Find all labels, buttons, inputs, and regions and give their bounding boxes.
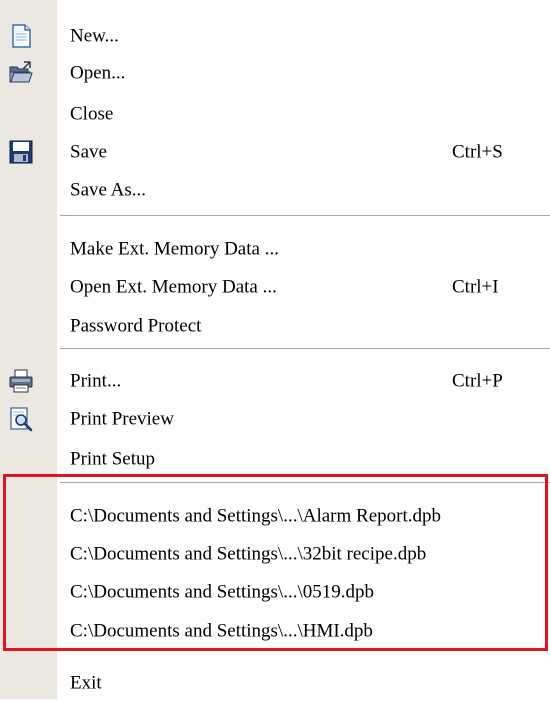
menu-item-label: Save: [70, 141, 107, 163]
save-disk-icon: [8, 139, 34, 165]
menu-item-open[interactable]: Open...: [0, 55, 550, 91]
menu-item-label: New...: [70, 25, 119, 47]
menu-item-shortcut: Ctrl+S: [452, 141, 503, 163]
menu-item-open-ext-memory-data[interactable]: Open Ext. Memory Data ... Ctrl+I: [0, 269, 550, 305]
recent-file-item[interactable]: C:\Documents and Settings\...\HMI.dpb: [0, 613, 550, 649]
recent-file-label: C:\Documents and Settings\...\Alarm Repo…: [70, 505, 441, 527]
recent-file-label: C:\Documents and Settings\...\0519.dpb: [70, 581, 374, 603]
menu-item-label: Save As...: [70, 179, 146, 201]
menu-item-label: Make Ext. Memory Data ...: [70, 238, 279, 260]
menu-item-save[interactable]: Save Ctrl+S: [0, 134, 550, 170]
menu-item-exit[interactable]: Exit: [0, 665, 550, 701]
menu-item-label: Print Setup: [70, 448, 155, 470]
open-folder-icon: [8, 60, 34, 86]
recent-file-item[interactable]: C:\Documents and Settings\...\Alarm Repo…: [0, 498, 550, 534]
menu-item-label: Print Preview: [70, 408, 174, 430]
recent-file-label: C:\Documents and Settings\...\32bit reci…: [70, 543, 427, 565]
new-document-icon: [8, 23, 34, 49]
menu-separator: [60, 215, 550, 217]
printer-icon: [8, 368, 34, 394]
recent-file-item[interactable]: C:\Documents and Settings\...\32bit reci…: [0, 536, 550, 572]
menu-item-label: Close: [70, 103, 114, 125]
recent-file-label: C:\Documents and Settings\...\HMI.dpb: [70, 620, 373, 642]
menu-item-label: Password Protect: [70, 315, 202, 337]
menu-item-shortcut: Ctrl+I: [452, 276, 499, 298]
menu-item-label: Open Ext. Memory Data ...: [70, 276, 277, 298]
menu-item-make-ext-memory-data[interactable]: Make Ext. Memory Data ...: [0, 231, 550, 267]
menu-separator: [60, 348, 550, 350]
menu-item-label: Exit: [70, 672, 102, 694]
menu-item-password-protect[interactable]: Password Protect: [0, 308, 550, 344]
menu-item-shortcut: Ctrl+P: [452, 370, 503, 392]
menu-item-print-preview[interactable]: Print Preview: [0, 401, 550, 437]
menu-item-print-setup[interactable]: Print Setup: [0, 441, 550, 477]
menu-item-print[interactable]: Print... Ctrl+P: [0, 363, 550, 399]
menu-item-save-as[interactable]: Save As...: [0, 172, 550, 208]
file-menu: New... Open... Close Save Ctrl+S Save As…: [0, 0, 550, 699]
menu-item-label: Print...: [70, 370, 122, 392]
recent-file-item[interactable]: C:\Documents and Settings\...\0519.dpb: [0, 574, 550, 610]
print-preview-icon: [8, 406, 34, 432]
menu-item-label: Open...: [70, 62, 126, 84]
menu-item-new[interactable]: New...: [0, 18, 550, 54]
menu-separator: [60, 482, 550, 484]
menu-item-close[interactable]: Close: [0, 96, 550, 132]
